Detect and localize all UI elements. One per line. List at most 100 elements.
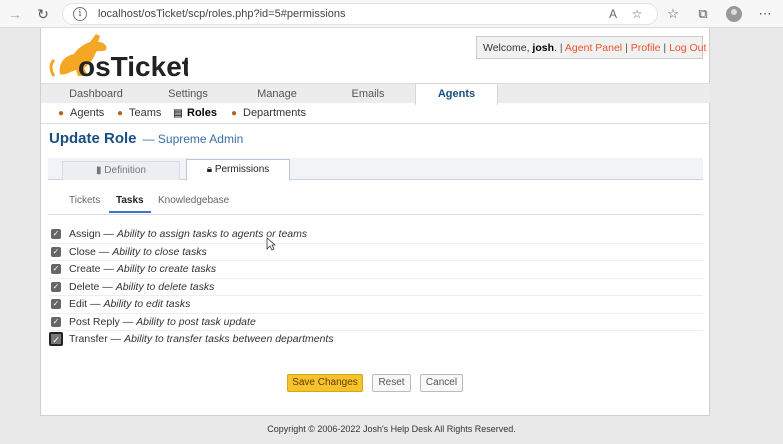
permission-desc: Ability to close tasks (112, 245, 207, 258)
tab-label: Definition (104, 165, 146, 176)
permission-separator: — (99, 280, 116, 293)
username: josh (532, 42, 554, 54)
logo-text: osTicket (78, 51, 188, 80)
tab-permissions[interactable]: 🔒︎ Permissions (186, 159, 290, 181)
checkbox-create[interactable]: ✓ (51, 264, 61, 274)
welcome-box: Welcome, josh. | Agent Panel | Profile |… (476, 36, 706, 59)
subnav-teams[interactable]: ● Teams (114, 107, 161, 119)
permission-desc: Ability to create tasks (116, 263, 217, 275)
ostt-logo[interactable]: osTicket (48, 30, 191, 82)
read-aloud-icon[interactable]: A (605, 7, 621, 21)
favorites-icon[interactable]: ☆ (664, 5, 682, 23)
permission-name: Create (69, 263, 101, 275)
permission-row: ✓ Create — Ability to create tasks (49, 261, 703, 279)
reset-button[interactable]: Reset (372, 374, 411, 392)
profile-icon[interactable] (726, 6, 742, 22)
separator: | (663, 42, 667, 54)
more-icon[interactable]: ⋯ (756, 5, 774, 23)
permission-label: Delete — Ability to delete tasks (69, 281, 214, 293)
subtab-tasks[interactable]: Tasks (109, 195, 151, 213)
tab-label: Permissions (214, 164, 270, 175)
log-out-link[interactable]: Log Out (669, 42, 706, 54)
refresh-icon[interactable]: ↻ (34, 5, 52, 23)
subnav-agents[interactable]: ● Agents (55, 107, 104, 119)
sub-nav: ● Agents ● Teams ▤ Roles ● Departments (41, 103, 710, 124)
main-nav: Dashboard Settings Manage Emails Agents (41, 83, 710, 105)
permission-name: Close (69, 245, 96, 258)
page-title: Update Role — Supreme Admin (49, 130, 243, 147)
permission-separator: — (87, 298, 104, 310)
welcome-prefix: Welcome, (483, 42, 533, 54)
subnav-roles[interactable]: ▤ Roles (172, 107, 217, 119)
permission-row: ✓ Assign — Ability to assign tasks to ag… (49, 226, 703, 244)
permission-label: Edit — Ability to edit tasks (69, 298, 190, 310)
permission-desc: Ability to delete tasks (115, 280, 215, 293)
address-bar[interactable]: i localhost/osTicket/scp/roles.php?id=5#… (62, 3, 658, 25)
page-container: osTicket Welcome, josh. | Agent Panel | … (40, 28, 710, 416)
separator: | (559, 42, 563, 54)
nav-tab-settings[interactable]: Settings (145, 84, 231, 104)
footer-copyright: Copyright © 2006-2022 Josh's Help Desk A… (267, 424, 516, 434)
checkbox-post-reply[interactable]: ✓ (51, 316, 61, 327)
subnav-departments[interactable]: ● Departments (228, 107, 306, 119)
cancel-button[interactable]: Cancel (420, 374, 463, 392)
collections-icon[interactable]: ⧉ (694, 5, 712, 23)
subnav-label: Teams (129, 107, 162, 119)
browser-toolbar: → ↻ i localhost/osTicket/scp/roles.php?i… (0, 0, 783, 28)
nav-tab-agents[interactable]: Agents (415, 83, 498, 105)
permission-list: ✓ Assign — Ability to assign tasks to ag… (49, 226, 703, 349)
permission-name: Transfer (69, 333, 108, 345)
permission-row: ✓ Post Reply — Ability to post task upda… (49, 314, 703, 331)
nav-tab-manage[interactable]: Manage (233, 84, 321, 104)
info-icon[interactable]: i (73, 7, 87, 21)
kangaroo-logo-icon: osTicket (49, 34, 191, 82)
profile-link[interactable]: Profile (631, 42, 661, 54)
permission-label: Create — Ability to create tasks (69, 263, 216, 275)
subtab-tickets[interactable]: Tickets (69, 195, 100, 206)
permission-name: Edit (69, 298, 88, 310)
departments-icon: ● (230, 108, 238, 119)
permission-name: Delete (69, 280, 100, 293)
subtab-knowledgebase[interactable]: Knowledgebase (158, 195, 229, 206)
permission-label: Post Reply — Ability to post task update (69, 316, 256, 328)
lock-icon: 🔒︎ (206, 164, 213, 175)
permission-desc: Ability to transfer tasks between depart… (124, 333, 334, 345)
permission-label: Transfer — Ability to transfer tasks bet… (69, 333, 334, 345)
permission-row: ✓ Transfer — Ability to transfer tasks b… (49, 331, 703, 349)
permission-separator: — (100, 228, 117, 240)
save-changes-button[interactable]: Save Changes (287, 374, 363, 392)
checkbox-delete[interactable]: ✓ (51, 281, 61, 292)
agent-panel-link[interactable]: Agent Panel (565, 42, 622, 54)
tab-definition[interactable]: ▮ Definition (62, 161, 180, 180)
mouse-cursor-icon (266, 237, 276, 251)
roles-icon: ▤ (173, 108, 183, 119)
role-tabs: ▮ Definition 🔒︎ Permissions (48, 158, 703, 181)
page-subtitle: — Supreme Admin (142, 132, 244, 146)
subnav-label: Roles (187, 107, 217, 119)
permission-row: ✓ Close — Ability to close tasks (49, 244, 703, 261)
subnav-label: Departments (243, 107, 306, 119)
permission-separator: — (100, 263, 117, 275)
nav-tab-dashboard[interactable]: Dashboard (49, 84, 143, 104)
favorite-add-icon[interactable]: ☆ (629, 7, 645, 21)
checkbox-close[interactable]: ✓ (51, 246, 61, 257)
permission-name: Assign (69, 228, 101, 240)
checkbox-transfer[interactable]: ✓ (49, 332, 63, 346)
permission-name: Post Reply (69, 315, 120, 328)
permission-desc: Ability to edit tasks (103, 298, 191, 310)
teams-icon: ● (116, 108, 124, 119)
permission-row: ✓ Delete — Ability to delete tasks (49, 279, 703, 296)
permission-desc: Ability to assign tasks to agents or tea… (116, 228, 308, 240)
subnav-label: Agents (70, 107, 105, 119)
permission-label: Close — Ability to close tasks (69, 246, 207, 258)
back-icon[interactable]: → (6, 5, 24, 23)
address-url: localhost/osTicket/scp/roles.php?id=5#pe… (98, 8, 346, 20)
agent-icon: ● (57, 108, 65, 119)
checkbox-edit[interactable]: ✓ (51, 299, 61, 309)
nav-tab-emails[interactable]: Emails (323, 84, 413, 104)
page-title-text: Update Role (49, 130, 137, 147)
permission-desc: Ability to post task update (136, 315, 256, 328)
checkbox-assign[interactable]: ✓ (51, 229, 61, 239)
separator: | (625, 42, 628, 54)
permission-row: ✓ Edit — Ability to edit tasks (49, 296, 703, 314)
